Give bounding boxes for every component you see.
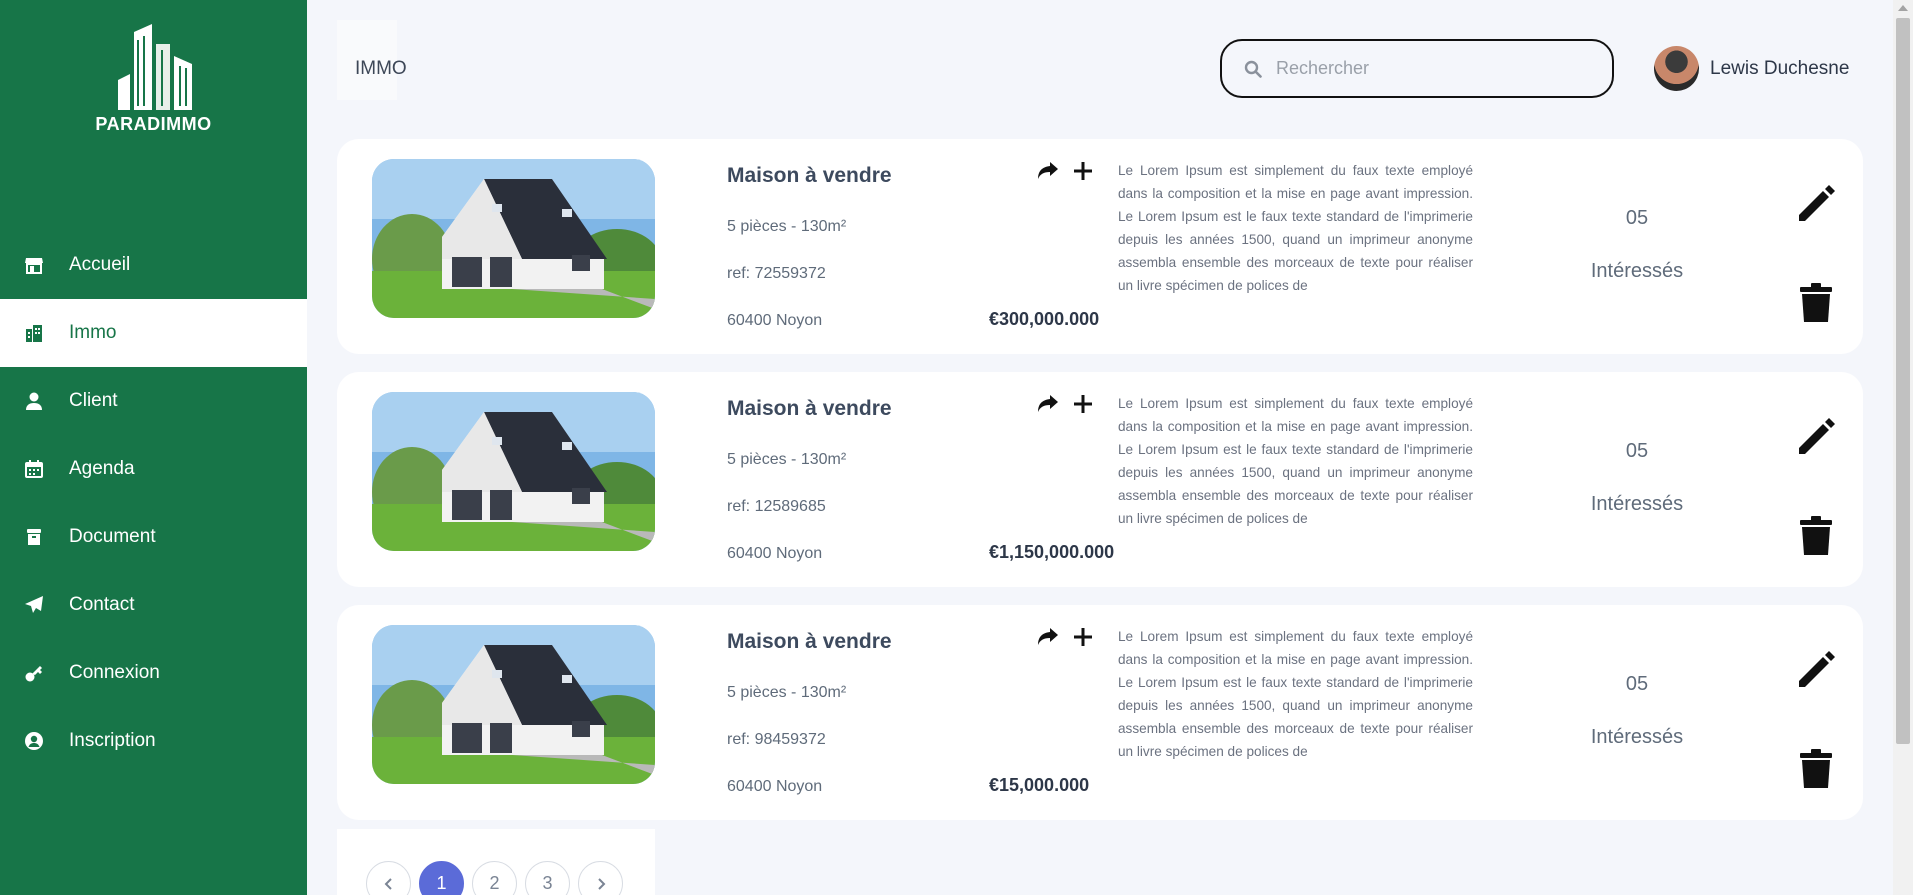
interested-count: 05	[1625, 673, 1649, 695]
sidebar-item-label: Document	[69, 526, 156, 547]
sidebar-item-immo[interactable]: Immo	[0, 299, 307, 367]
house-photo[interactable]	[372, 625, 655, 784]
scrollbar-thumb[interactable]	[1896, 18, 1910, 744]
sidebar-nav: Accueil Immo Client Agenda Document Cont…	[0, 231, 307, 775]
search-bar[interactable]	[1220, 39, 1614, 98]
share-icon[interactable]	[1037, 161, 1059, 181]
listing-ref: ref: 12589685	[727, 498, 826, 515]
listing-ref: ref: 72559372	[727, 265, 826, 282]
sidebar-item-label: Client	[69, 390, 118, 411]
sidebar-item-label: Contact	[69, 594, 135, 615]
sidebar-item-label: Inscription	[69, 730, 156, 751]
listing-actions	[1037, 394, 1093, 414]
page-button-3[interactable]: 3	[525, 861, 570, 895]
listing-title[interactable]: Maison à vendre	[727, 397, 892, 421]
sidebar-item-connexion[interactable]: Connexion	[0, 639, 307, 707]
user-name: Lewis Duchesne	[1710, 57, 1850, 79]
sidebar-item-label: Agenda	[69, 458, 135, 479]
edit-icon[interactable]	[1795, 416, 1837, 463]
pagination: 1 2 3	[366, 861, 623, 895]
chevron-left-icon	[384, 877, 392, 890]
listing-description: Le Lorem Ipsum est simplement du faux te…	[1118, 396, 1473, 526]
listing-location: 60400 Noyon	[727, 778, 823, 795]
listing-rooms: 5 pièces - 130m²	[727, 684, 847, 701]
sidebar-item-inscription[interactable]: Inscription	[0, 707, 307, 775]
listing-rooms: 5 pièces - 130m²	[727, 218, 847, 235]
key-icon	[24, 663, 44, 683]
store-icon	[24, 255, 44, 275]
brand-name: PARADIMMO	[95, 114, 212, 134]
listing-title[interactable]: Maison à vendre	[727, 630, 892, 654]
next-page-button[interactable]	[578, 861, 623, 895]
sidebar: PARADIMMO Accueil Immo Client Agenda Doc…	[0, 0, 307, 895]
page-scrollbar[interactable]	[1893, 0, 1913, 895]
paper-plane-icon	[24, 595, 44, 615]
sidebar-item-label: Accueil	[69, 254, 131, 275]
page-button-1[interactable]: 1	[419, 861, 464, 895]
plus-icon[interactable]	[1073, 627, 1093, 647]
interested-label: Intéressés	[1590, 726, 1684, 748]
house-photo[interactable]	[372, 392, 655, 551]
edit-icon[interactable]	[1795, 183, 1837, 230]
listing-card: Maison à vendre 5 pièces - 130m² ref: 72…	[337, 139, 1863, 354]
building-logo-icon	[117, 24, 192, 110]
sidebar-item-client[interactable]: Client	[0, 367, 307, 435]
house-photo[interactable]	[372, 159, 655, 318]
listing-actions	[1037, 161, 1093, 181]
archive-icon	[24, 527, 44, 547]
listing-card: Maison à vendre 5 pièces - 130m² ref: 12…	[337, 372, 1863, 587]
user-icon	[24, 391, 44, 411]
page-button-2[interactable]: 2	[472, 861, 517, 895]
listing-actions	[1037, 627, 1093, 647]
trash-icon[interactable]	[1799, 282, 1833, 329]
listing-description: Le Lorem Ipsum est simplement du faux te…	[1118, 629, 1473, 759]
trash-icon[interactable]	[1799, 515, 1833, 562]
prev-page-button[interactable]	[366, 861, 411, 895]
trash-icon[interactable]	[1799, 748, 1833, 795]
listing-location: 60400 Noyon	[727, 545, 823, 562]
calendar-icon	[24, 459, 44, 479]
interested-label: Intéressés	[1590, 260, 1684, 282]
breadcrumb: IMMO	[355, 58, 407, 79]
user-circle-icon	[24, 731, 44, 751]
sidebar-item-label: Immo	[69, 322, 117, 343]
sidebar-item-label: Connexion	[69, 662, 160, 683]
listing-description: Le Lorem Ipsum est simplement du faux te…	[1118, 163, 1473, 293]
edit-icon[interactable]	[1795, 649, 1837, 696]
plus-icon[interactable]	[1073, 161, 1093, 181]
listing-card: Maison à vendre 5 pièces - 130m² ref: 98…	[337, 605, 1863, 820]
chevron-right-icon	[597, 877, 605, 890]
sidebar-item-accueil[interactable]: Accueil	[0, 231, 307, 299]
share-icon[interactable]	[1037, 394, 1059, 414]
sidebar-item-document[interactable]: Document	[0, 503, 307, 571]
interested-label: Intéressés	[1590, 493, 1684, 515]
listing-ref: ref: 98459372	[727, 731, 826, 748]
user-menu[interactable]: Lewis Duchesne	[1654, 46, 1849, 91]
listing-price: €1,150,000.000	[989, 542, 1115, 562]
search-icon	[1244, 60, 1262, 78]
share-icon[interactable]	[1037, 627, 1059, 647]
plus-icon[interactable]	[1073, 394, 1093, 414]
listing-price: €15,000.000	[989, 775, 1090, 795]
listing-price: €300,000.000	[989, 309, 1100, 329]
interested-count: 05	[1625, 207, 1649, 229]
sidebar-item-contact[interactable]: Contact	[0, 571, 307, 639]
listing-location: 60400 Noyon	[727, 312, 823, 329]
brand-logo[interactable]: PARADIMMO	[0, 22, 307, 135]
scroll-up-arrow[interactable]	[1898, 5, 1908, 11]
listing-rooms: 5 pièces - 130m²	[727, 451, 847, 468]
search-input[interactable]	[1276, 58, 1576, 79]
building-icon	[24, 323, 44, 343]
interested-count: 05	[1625, 440, 1649, 462]
listing-title[interactable]: Maison à vendre	[727, 164, 892, 188]
avatar[interactable]	[1654, 46, 1699, 91]
sidebar-item-agenda[interactable]: Agenda	[0, 435, 307, 503]
